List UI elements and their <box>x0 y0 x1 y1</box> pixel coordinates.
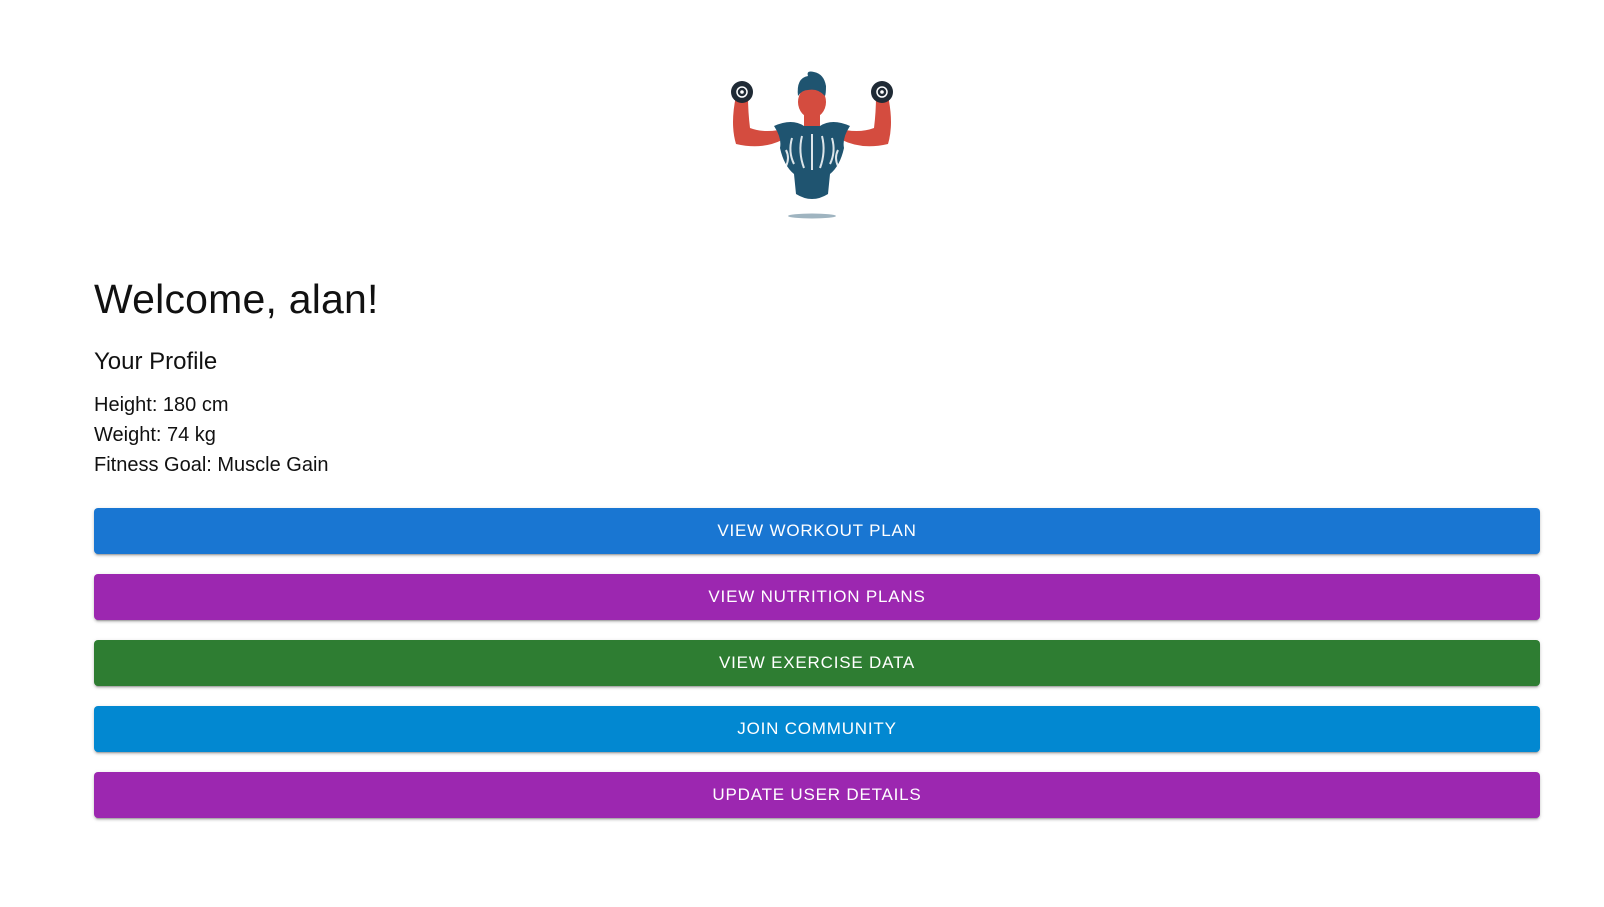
profile-fitness-goal: Fitness Goal: Muscle Gain <box>94 454 329 476</box>
update-user-details-button[interactable]: Update User Details <box>94 772 1540 818</box>
profile-details: Height: 180 cm Weight: 74 kg Fitness Goa… <box>94 390 1540 480</box>
view-exercise-data-button[interactable]: View Exercise Data <box>94 640 1540 686</box>
main-content: Welcome, alan! Your Profile Height: 180 … <box>94 272 1540 818</box>
view-nutrition-plans-button[interactable]: View Nutrition Plans <box>94 574 1540 620</box>
welcome-title: Welcome, alan! <box>94 276 379 322</box>
action-buttons: View Workout Plan View Nutrition Plans V… <box>94 508 1540 818</box>
profile-weight: Weight: 74 kg <box>94 424 216 446</box>
logo <box>722 66 902 226</box>
profile-height: Height: 180 cm <box>94 394 229 416</box>
bodybuilder-dumbbells-icon <box>731 71 893 219</box>
view-workout-plan-button[interactable]: View Workout Plan <box>94 508 1540 554</box>
join-community-button[interactable]: Join Community <box>94 706 1540 752</box>
profile-heading: Your Profile <box>94 348 218 375</box>
